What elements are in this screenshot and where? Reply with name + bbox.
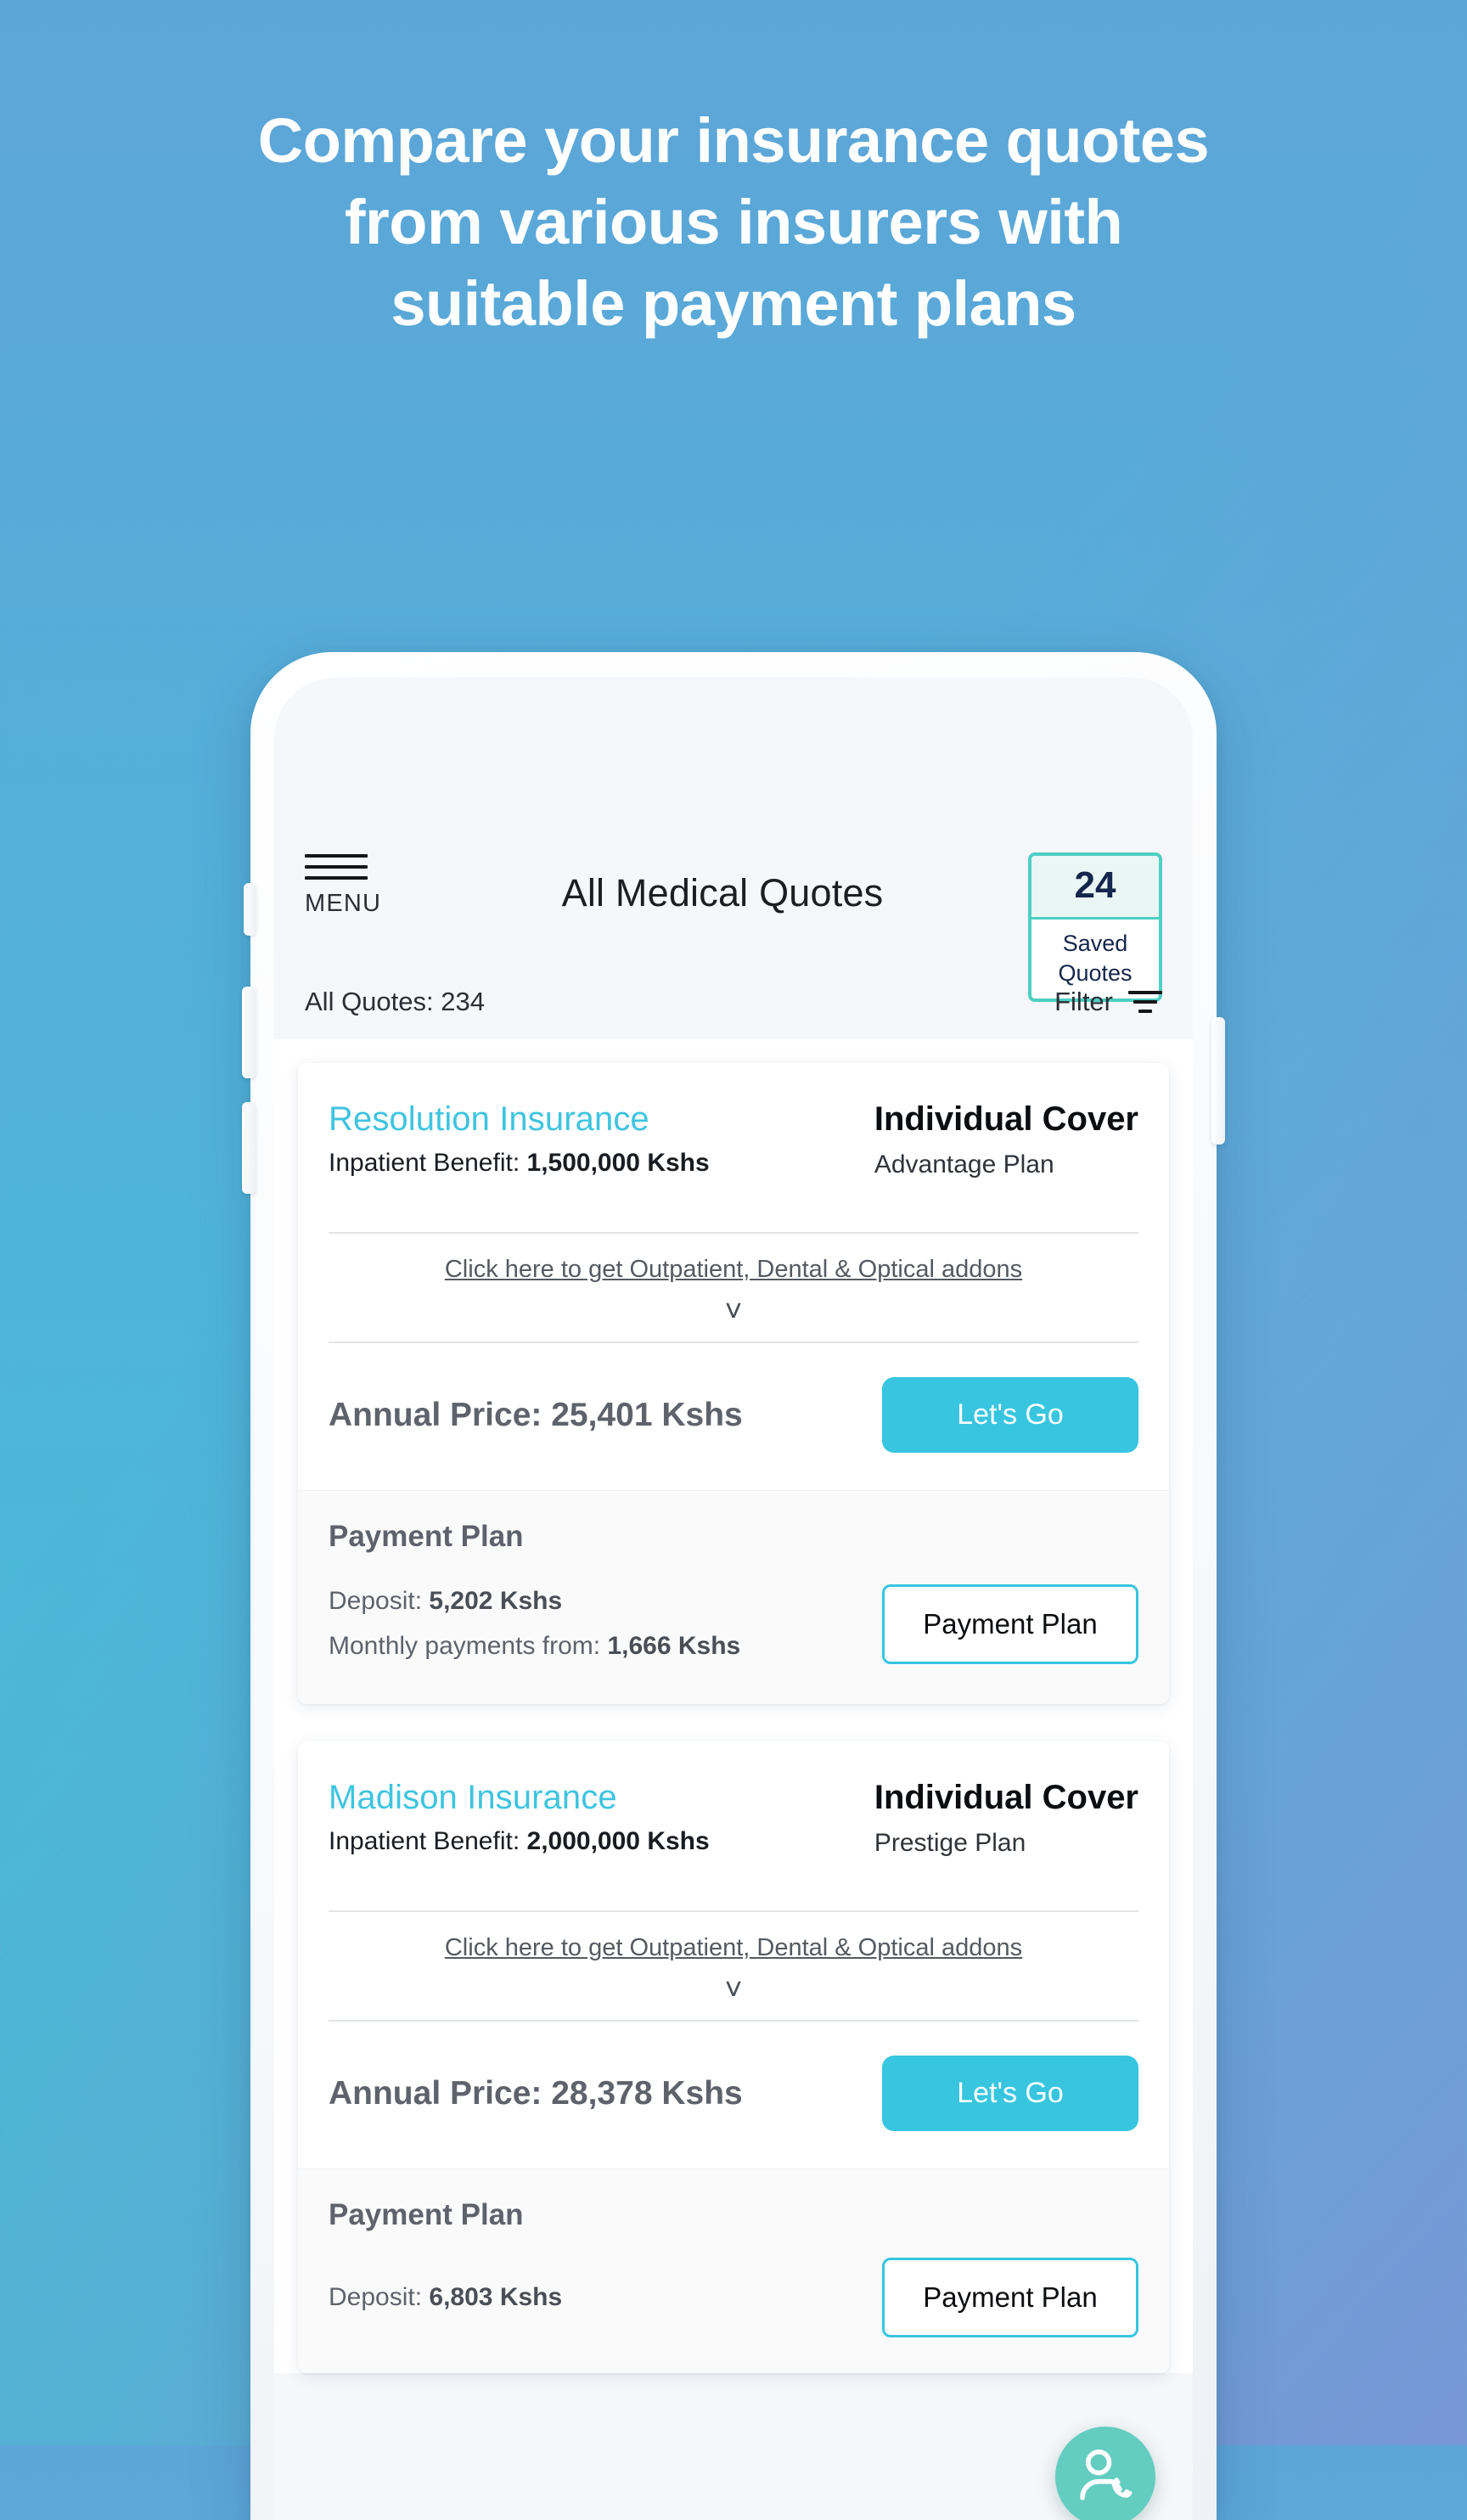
cover-type: Individual Cover bbox=[874, 1100, 1138, 1138]
phone-screen: MENU All Medical Quotes 24 Saved Quotes … bbox=[274, 678, 1193, 2520]
page-title: All Medical Quotes bbox=[561, 871, 884, 914]
addons-expander[interactable]: Click here to get Outpatient, Dental & O… bbox=[329, 1910, 1138, 2022]
monthly-value: 1,666 Kshs bbox=[607, 1631, 741, 1660]
chevron-down-icon[interactable]: ˅ bbox=[329, 1974, 1138, 2005]
deposit-value: 5,202 Kshs bbox=[429, 1587, 563, 1615]
inpatient-benefit-value: 2,000,000 Kshs bbox=[526, 1827, 710, 1855]
lets-go-button[interactable]: Let's Go bbox=[882, 2056, 1138, 2131]
monthly-line: Monthly payments from: 1,666 Kshs bbox=[329, 1624, 740, 1669]
hero-line-1: Compare your insurance quotes bbox=[257, 105, 1210, 176]
payment-plan-section: Payment Plan Deposit: 5,202 Kshs Monthly… bbox=[298, 1490, 1169, 1704]
deposit-line: Deposit: 5,202 Kshs bbox=[329, 1579, 740, 1624]
chevron-down-icon[interactable]: ˅ bbox=[329, 1296, 1138, 1326]
payment-plan-button[interactable]: Payment Plan bbox=[882, 1583, 1138, 1664]
phone-power-button[interactable] bbox=[1211, 1017, 1225, 1145]
saved-quotes-count: 24 bbox=[1031, 856, 1159, 920]
deposit-label: Deposit: bbox=[329, 1587, 423, 1615]
hero-line-2: from various insurers with bbox=[344, 187, 1123, 258]
lets-go-button[interactable]: Let's Go bbox=[882, 1377, 1138, 1453]
inpatient-benefit: Inpatient Benefit: 1,500,000 Kshs bbox=[329, 1149, 710, 1178]
monthly-label: Monthly payments from: bbox=[329, 1631, 601, 1660]
insurer-name[interactable]: Resolution Insurance bbox=[329, 1100, 710, 1139]
saved-quotes-badge[interactable]: 24 Saved Quotes bbox=[1028, 852, 1162, 1003]
plan-name: Advantage Plan bbox=[874, 1150, 1054, 1178]
quote-list: Resolution Insurance Inpatient Benefit: … bbox=[274, 1039, 1193, 2373]
payment-plan-details: Deposit: 5,202 Kshs Monthly payments fro… bbox=[329, 1579, 740, 1668]
payment-plan-title: Payment Plan bbox=[329, 1520, 524, 1553]
insurer-name[interactable]: Madison Insurance bbox=[329, 1779, 710, 1817]
addons-link[interactable]: Click here to get Outpatient, Dental & O… bbox=[445, 1256, 1022, 1284]
quote-card[interactable]: Madison Insurance Inpatient Benefit: 2,0… bbox=[298, 1741, 1169, 2373]
plan-name: Prestige Plan bbox=[874, 1829, 1026, 1857]
menu-button[interactable]: MENU bbox=[305, 849, 417, 918]
all-quotes-count: All Quotes: 234 bbox=[305, 987, 485, 1016]
annual-price: Annual Price: 25,401 Kshs bbox=[329, 1396, 743, 1433]
hero-headline: Compare your insurance quotes from vario… bbox=[0, 100, 1467, 346]
phone-volume-down-button[interactable] bbox=[242, 1102, 256, 1194]
annual-price: Annual Price: 28,378 Kshs bbox=[329, 2074, 743, 2112]
payment-plan-section: Payment Plan Deposit: 6,803 Kshs Payment… bbox=[298, 2168, 1169, 2373]
deposit-value: 6,803 Kshs bbox=[429, 2282, 563, 2311]
phone-silent-switch[interactable] bbox=[244, 883, 256, 936]
support-agent-icon bbox=[1080, 2449, 1133, 2500]
quote-card[interactable]: Resolution Insurance Inpatient Benefit: … bbox=[298, 1063, 1169, 1704]
hero-line-3: suitable payment plans bbox=[391, 268, 1076, 340]
inpatient-benefit-label: Inpatient Benefit: bbox=[329, 1149, 520, 1177]
phone-mockup: MENU All Medical Quotes 24 Saved Quotes … bbox=[242, 652, 1225, 2520]
cover-type: Individual Cover bbox=[874, 1779, 1138, 1816]
inpatient-benefit-label: Inpatient Benefit: bbox=[329, 1827, 520, 1855]
addons-link[interactable]: Click here to get Outpatient, Dental & O… bbox=[445, 1934, 1022, 1962]
filter-icon bbox=[1128, 991, 1162, 1013]
hamburger-icon bbox=[305, 854, 368, 880]
support-chat-button[interactable] bbox=[1055, 2427, 1155, 2520]
payment-plan-title: Payment Plan bbox=[329, 2198, 524, 2231]
filter-label: Filter bbox=[1054, 987, 1113, 1016]
menu-label: MENU bbox=[305, 890, 382, 917]
addons-expander[interactable]: Click here to get Outpatient, Dental & O… bbox=[329, 1232, 1138, 1343]
filter-button[interactable]: Filter bbox=[1054, 987, 1162, 1017]
deposit-label: Deposit: bbox=[329, 2282, 423, 2311]
payment-plan-details: Deposit: 6,803 Kshs bbox=[329, 2275, 562, 2320]
inpatient-benefit: Inpatient Benefit: 2,000,000 Kshs bbox=[329, 1827, 710, 1856]
deposit-line: Deposit: 6,803 Kshs bbox=[329, 2275, 562, 2320]
inpatient-benefit-value: 1,500,000 Kshs bbox=[526, 1149, 710, 1177]
app-header: MENU All Medical Quotes 24 Saved Quotes … bbox=[274, 841, 1193, 1039]
quotes-summary-row: All Quotes: 234 Filter bbox=[305, 987, 1162, 1017]
app-viewport: MENU All Medical Quotes 24 Saved Quotes … bbox=[274, 678, 1193, 2520]
phone-volume-up-button[interactable] bbox=[242, 987, 256, 1078]
payment-plan-button[interactable]: Payment Plan bbox=[882, 2258, 1138, 2337]
